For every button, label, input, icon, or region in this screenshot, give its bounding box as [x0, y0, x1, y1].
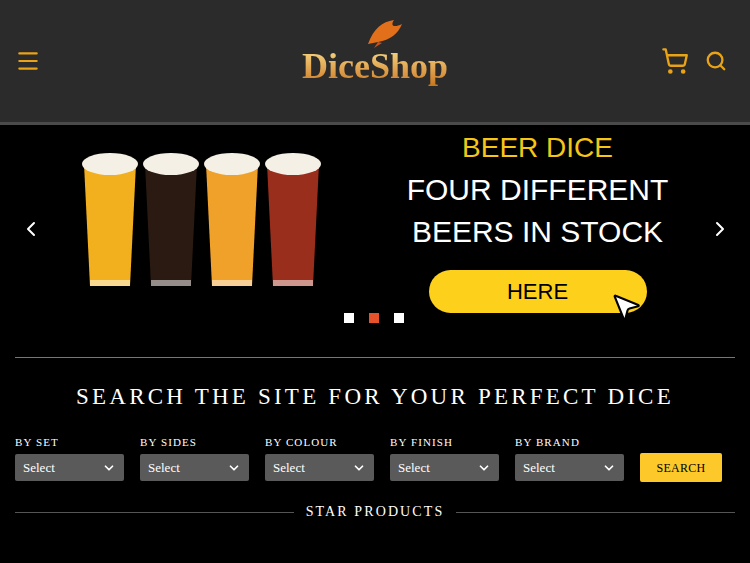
filter: BY SIDES Select [140, 435, 249, 481]
search-section: SEARCH THE SITE FOR YOUR PERFECT DICE BY … [0, 357, 750, 521]
banner-title: BEER DICE [462, 131, 613, 165]
filter-label: BY FINISH [390, 435, 499, 449]
filter-select[interactable]: Select [140, 454, 249, 481]
beer-glass-icon [82, 153, 138, 286]
chevron-down-icon [477, 461, 491, 475]
banner-text: BEER DICE FOUR DIFFERENTBEERS IN STOCK HER… [400, 125, 675, 313]
filter-label: BY BRAND [515, 435, 624, 449]
search-icon[interactable] [705, 50, 727, 72]
filter-select[interactable]: Select [515, 454, 624, 481]
next-arrow-icon[interactable] [708, 217, 732, 241]
banner-image [80, 150, 330, 292]
carousel-dots [0, 313, 750, 323]
filter: BY COLOUR Select [265, 435, 374, 481]
search-heading: SEARCH THE SITE FOR YOUR PERFECT DICE [15, 382, 735, 412]
chevron-down-icon [102, 461, 116, 475]
chevron-down-icon [602, 461, 616, 475]
banner-line: FOUR DIFFERENT [407, 169, 669, 211]
filter-select[interactable]: Select [265, 454, 374, 481]
beer-glass-icon [204, 153, 260, 286]
filter: BY FINISH Select [390, 435, 499, 481]
header: DiceShop [0, 0, 750, 125]
carousel-dot[interactable] [394, 313, 404, 323]
carousel-dot[interactable] [344, 313, 354, 323]
cursor-icon [609, 290, 643, 324]
chevron-down-icon [352, 461, 366, 475]
filter: BY BRAND Select [515, 435, 624, 481]
previous-arrow-icon[interactable] [19, 217, 43, 241]
filter-select[interactable]: Select [15, 454, 124, 481]
dragon-icon [364, 18, 404, 48]
filter: BY SET Select [15, 435, 124, 481]
chevron-down-icon [227, 461, 241, 475]
here-button[interactable]: HERE [429, 270, 647, 313]
beer-glass-icon [143, 153, 199, 286]
divider [15, 357, 735, 358]
page: DiceShop BEER DICE FOUR DIFFERENTBEERS IN … [0, 0, 750, 563]
logo[interactable]: DiceShop [302, 34, 448, 88]
star-products-heading: STAR PRODUCTS [15, 503, 735, 521]
filter-row: BY SET Select BY SIDES Select BY COLOUR Selec… [15, 435, 735, 481]
cart-icon[interactable] [661, 47, 689, 75]
banner-carousel: BEER DICE FOUR DIFFERENTBEERS IN STOCK HER… [0, 125, 750, 340]
filter-select[interactable]: Select [390, 454, 499, 481]
filter-label: BY SET [15, 435, 124, 449]
carousel-dot[interactable] [369, 313, 379, 323]
search-button[interactable]: SEARCH [640, 453, 722, 482]
banner-line: BEERS IN STOCK [412, 211, 663, 253]
filter-label: BY COLOUR [265, 435, 374, 449]
filter-label: BY SIDES [140, 435, 249, 449]
menu-icon[interactable] [15, 48, 41, 74]
beer-glass-icon [265, 153, 321, 286]
